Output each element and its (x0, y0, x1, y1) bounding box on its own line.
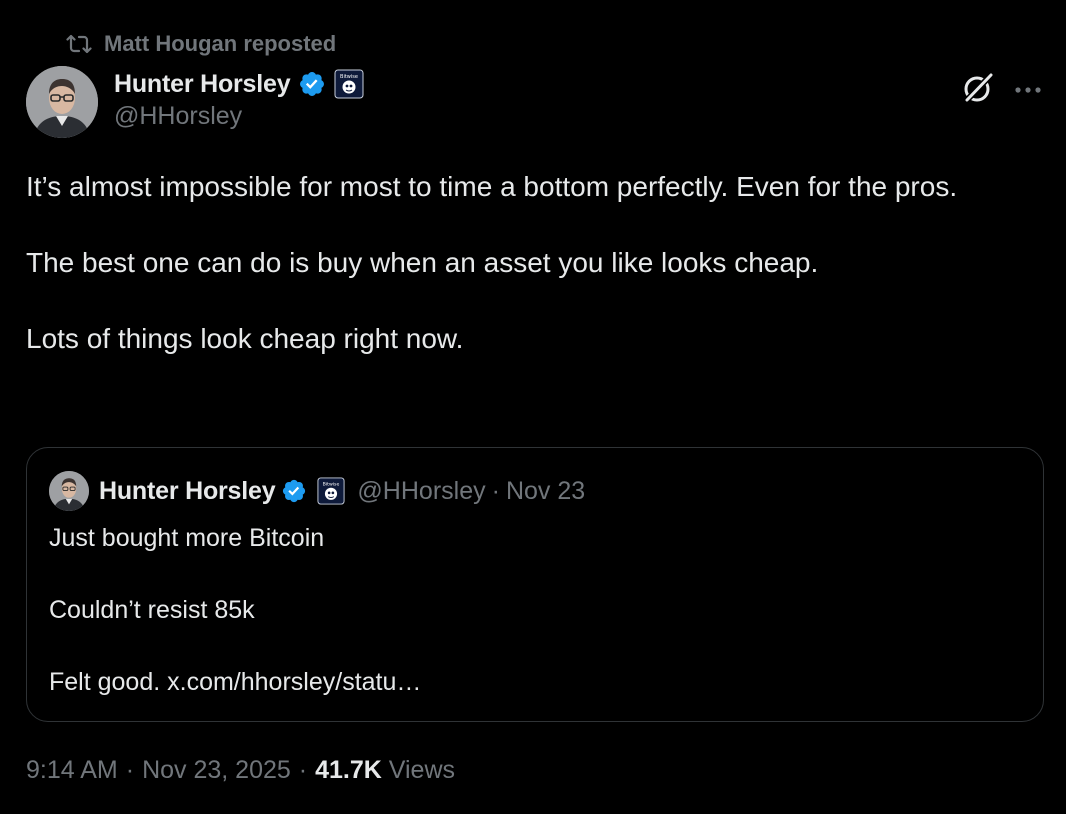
verified-badge-icon[interactable] (298, 70, 326, 98)
quoted-date: Nov 23 (505, 476, 586, 505)
views-label: Views (388, 755, 456, 784)
quoted-affiliate-badge-icon: Bitwise (317, 477, 345, 505)
tweet-time[interactable]: 9:14 AM (26, 756, 118, 785)
quoted-paragraph: Just bought more Bitcoin (49, 524, 325, 552)
author-avatar[interactable] (26, 66, 98, 138)
svg-text:Bitwise: Bitwise (323, 481, 340, 487)
quoted-paragraph: Felt good. x.com/hhorsley/statu… (49, 668, 422, 696)
quoted-author-handle: @HHorsley (357, 476, 486, 505)
affiliate-badge-icon[interactable]: Bitwise (334, 69, 364, 99)
tweet-page: Matt Hougan reposted Hunter Horsley Bitw… (0, 0, 1066, 814)
author-display-name[interactable]: Hunter Horsley (114, 70, 291, 99)
repost-indicator[interactable]: Matt Hougan reposted (66, 30, 336, 58)
quoted-tweet-text: Just bought more Bitcoin Couldn’t resist… (49, 520, 1009, 700)
svg-text:Bitwise: Bitwise (340, 74, 358, 80)
meta-separator: · (298, 755, 308, 784)
views-stat[interactable]: 41.7K Views (315, 756, 455, 785)
quoted-tweet-card[interactable]: Hunter Horsley Bitwise @HHorsley · Nov 2… (26, 447, 1044, 722)
quoted-author-avatar (49, 471, 89, 511)
tweet-paragraph: The best one can do is buy when an asset… (26, 247, 819, 278)
grok-icon (961, 71, 995, 110)
tweet-date[interactable]: Nov 23, 2025 (142, 756, 291, 785)
quoted-paragraph: Couldn’t resist 85k (49, 596, 255, 624)
tweet-meta: 9:14 AM · Nov 23, 2025 · 41.7K Views (26, 752, 455, 788)
more-icon (1013, 81, 1043, 99)
author-handle[interactable]: @HHorsley (114, 102, 242, 131)
quoted-author-name: Hunter Horsley (99, 476, 276, 505)
views-count: 41.7K (315, 755, 382, 784)
quoted-separator: · (491, 476, 500, 505)
quoted-tweet-header: Hunter Horsley Bitwise @HHorsley · Nov 2… (49, 471, 585, 511)
more-options-button[interactable] (1008, 70, 1048, 110)
repost-text: Matt Hougan reposted (104, 31, 337, 56)
meta-separator: · (125, 755, 135, 784)
tweet-paragraph: Lots of things look cheap right now. (26, 323, 464, 354)
tweet-paragraph: It’s almost impossible for most to time … (26, 171, 958, 202)
tweet-text: It’s almost impossible for most to time … (26, 168, 1036, 358)
author-name-row: Hunter Horsley Bitwise (114, 66, 364, 102)
quoted-verified-badge-icon (281, 478, 307, 504)
grok-button[interactable] (958, 70, 998, 110)
repost-icon (66, 33, 92, 55)
